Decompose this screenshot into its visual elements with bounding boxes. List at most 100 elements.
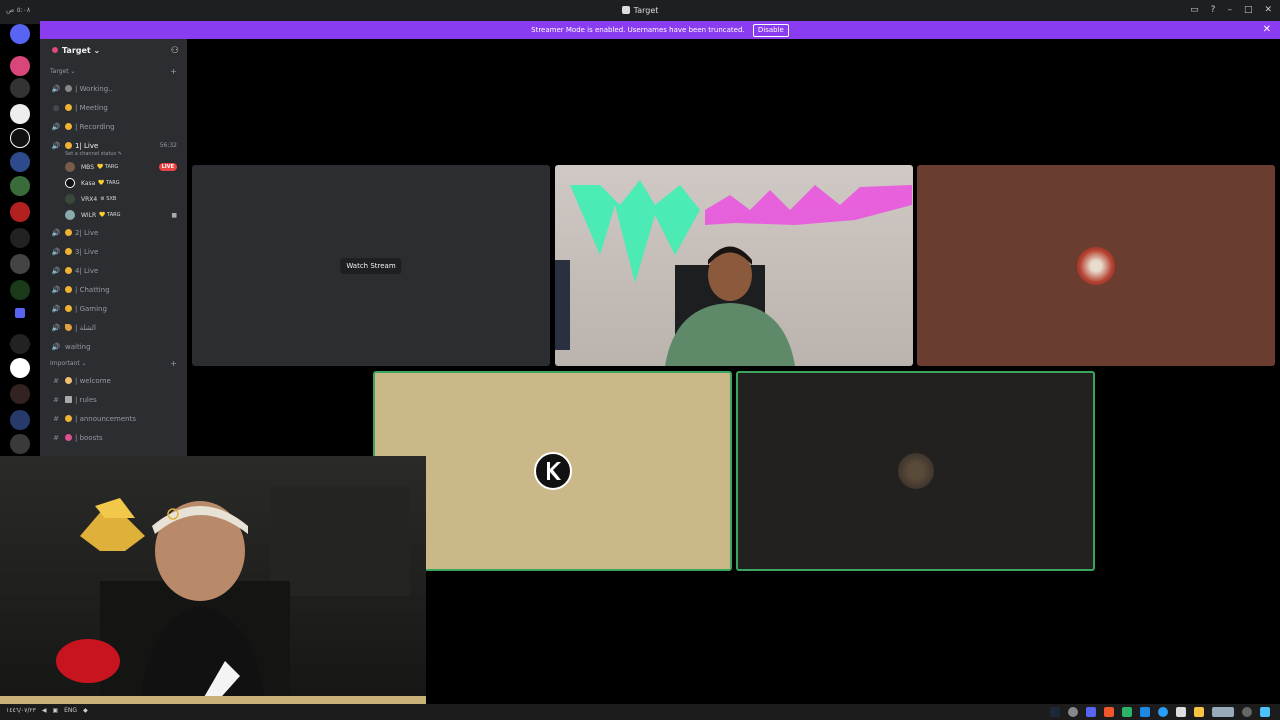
app-icon[interactable] xyxy=(1140,707,1150,717)
speaker-icon[interactable]: ◀ xyxy=(42,707,47,714)
status-emoji-icon xyxy=(65,267,72,274)
voice-channel-active[interactable]: 🔊 1| Live 56:32 xyxy=(40,136,187,155)
folder-icon[interactable] xyxy=(1194,707,1204,717)
voice-channel[interactable]: ◎ | Meeting xyxy=(40,98,187,117)
k-logo-icon xyxy=(546,462,561,480)
server-icon[interactable] xyxy=(10,202,30,222)
avatar xyxy=(65,194,75,204)
store-icon[interactable] xyxy=(1176,707,1186,717)
status-emoji-icon xyxy=(65,229,72,236)
voice-channel[interactable]: 🔊 | الشلة xyxy=(40,318,187,337)
avatar xyxy=(533,452,572,490)
text-channel[interactable]: # | announcements xyxy=(40,409,187,428)
search-icon[interactable] xyxy=(1242,707,1252,717)
help-icon[interactable]: ? xyxy=(1211,5,1216,15)
stage-icon: ◎ xyxy=(52,103,60,112)
text-channel[interactable]: # | boosts xyxy=(40,428,187,447)
hashtag-icon: # xyxy=(53,395,59,404)
server-icon[interactable] xyxy=(10,228,30,248)
voice-member[interactable]: WILR 💛 TARG ■ xyxy=(40,207,187,223)
disable-button[interactable]: Disable xyxy=(752,24,789,37)
server-header[interactable]: Target ⌄ ⚇ xyxy=(40,39,187,64)
server-icon[interactable] xyxy=(10,434,30,454)
member-tag: 💛 TARG xyxy=(97,164,119,170)
video-tile-speaking[interactable] xyxy=(373,371,732,571)
add-channel-icon[interactable]: + xyxy=(170,359,177,368)
avatar xyxy=(897,453,934,489)
server-icon[interactable] xyxy=(10,176,30,196)
channel-sidebar: Target ⌄ ⚇ Target ⌄ + 🔊 | Working.. ◎ | Mee… xyxy=(40,39,187,456)
server-icon[interactable] xyxy=(10,56,30,76)
obs-icon[interactable] xyxy=(1086,707,1096,717)
member-tag: ⚙ SXB xyxy=(100,196,117,202)
server-name: Target xyxy=(62,46,91,55)
server-icon[interactable] xyxy=(10,334,30,354)
video-tile[interactable] xyxy=(555,165,913,366)
add-member-icon[interactable]: ⚇ xyxy=(171,46,179,56)
voice-member[interactable]: MBS 💛 TARG LIVE xyxy=(40,159,187,175)
voice-channel[interactable]: 🔊 3| Live xyxy=(40,242,187,261)
voice-channel[interactable]: 🔊 | Gaming xyxy=(40,299,187,318)
voice-member[interactable]: Kasa 💛 TARG xyxy=(40,175,187,191)
voice-channel[interactable]: 🔊 | Chatting xyxy=(40,280,187,299)
brave-icon[interactable] xyxy=(1104,707,1114,717)
member-tag: 💛 TARG xyxy=(98,180,120,186)
voice-channel[interactable]: 🔊 waiting xyxy=(40,337,187,356)
status-emoji-icon xyxy=(65,142,72,149)
close-banner-icon[interactable]: ✕ xyxy=(1263,21,1271,39)
app-icon[interactable] xyxy=(1122,707,1132,717)
wave-icon xyxy=(65,377,72,384)
speaker-icon: 🔊 xyxy=(51,285,61,294)
chevron-down-icon: ⌄ xyxy=(93,46,101,55)
video-tile-speaking[interactable] xyxy=(736,371,1095,571)
server-icon[interactable] xyxy=(10,358,30,378)
avatar xyxy=(1077,246,1115,285)
voice-member[interactable]: VRX4 ⚙ SXB xyxy=(40,191,187,207)
text-channel[interactable]: # | rules xyxy=(40,390,187,409)
minimize-icon[interactable]: – xyxy=(1227,5,1232,15)
server-icon[interactable] xyxy=(10,78,30,98)
speaker-icon: 🔊 xyxy=(51,342,61,351)
edge-icon[interactable] xyxy=(1158,707,1168,717)
stream-tile[interactable]: Watch Stream xyxy=(192,165,550,366)
network-icon[interactable]: ▣ xyxy=(52,707,58,714)
server-icon[interactable] xyxy=(10,384,30,404)
video-tile[interactable] xyxy=(917,165,1275,366)
server-list xyxy=(0,24,40,456)
text-channel[interactable]: # | welcome xyxy=(40,371,187,390)
status-emoji-icon xyxy=(65,248,72,255)
mic-icon[interactable]: ◆ xyxy=(83,707,88,714)
server-icon[interactable] xyxy=(10,104,30,124)
voice-channel[interactable]: 🔊 4| Live xyxy=(40,261,187,280)
call-timer: 56:32 xyxy=(159,142,177,149)
maximize-icon[interactable]: □ xyxy=(1244,5,1253,15)
webcam-feed xyxy=(0,486,426,704)
server-icon[interactable] xyxy=(10,128,30,148)
server-icon[interactable] xyxy=(10,254,30,274)
avatar xyxy=(65,162,75,172)
watch-stream-button[interactable]: Watch Stream xyxy=(340,257,402,274)
server-icon[interactable] xyxy=(10,410,30,430)
avatar xyxy=(65,210,75,220)
app-icon[interactable] xyxy=(1068,707,1078,717)
voice-channel[interactable]: 🔊 | Recording xyxy=(40,117,187,136)
category-target[interactable]: Target ⌄ + xyxy=(40,64,187,79)
discord-home-icon[interactable] xyxy=(10,24,30,44)
steam-icon[interactable] xyxy=(1050,707,1060,717)
inbox-icon[interactable]: ▭ xyxy=(1190,5,1199,15)
status-emoji-icon xyxy=(65,286,72,293)
app-icon[interactable] xyxy=(1212,707,1234,717)
language-indicator[interactable]: ENG xyxy=(64,707,77,714)
member-tag: 💛 TARG xyxy=(99,212,121,218)
server-icon[interactable] xyxy=(10,152,30,172)
folder-icon[interactable] xyxy=(15,308,25,318)
streamer-mode-banner: Streamer Mode is enabled. Usernames have… xyxy=(40,21,1280,39)
close-window-icon[interactable]: ✕ xyxy=(1264,5,1272,15)
windows-start-icon[interactable] xyxy=(1260,707,1270,717)
voice-channel[interactable]: 🔊 | Working.. xyxy=(40,79,187,98)
voice-channel[interactable]: 🔊 2| Live xyxy=(40,223,187,242)
category-important[interactable]: Important ⌄ + xyxy=(40,356,187,371)
server-icon[interactable] xyxy=(10,280,30,300)
add-channel-icon[interactable]: + xyxy=(170,67,177,76)
speaker-icon: 🔊 xyxy=(51,323,61,332)
